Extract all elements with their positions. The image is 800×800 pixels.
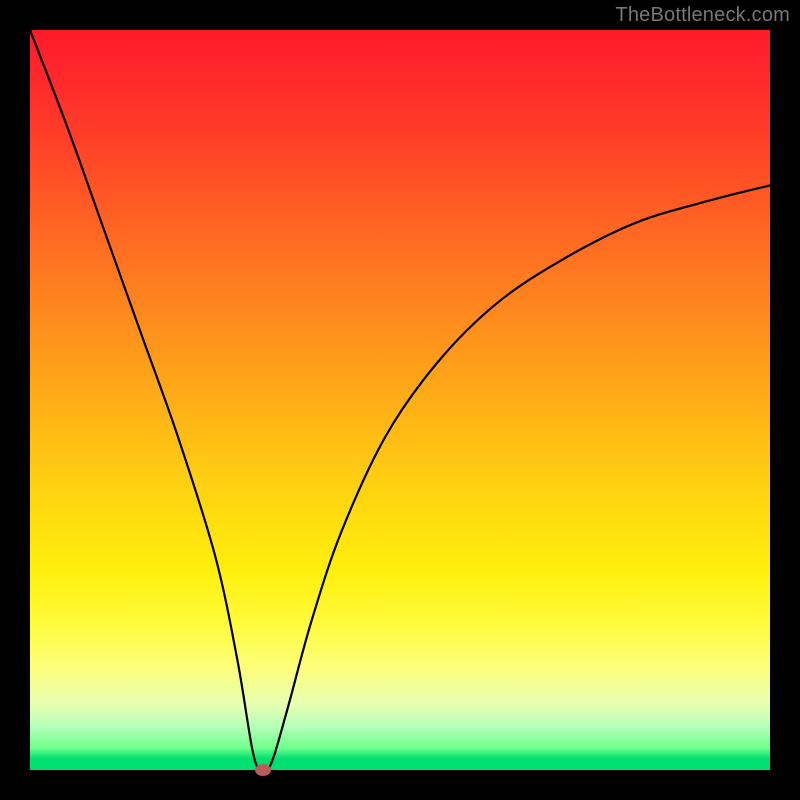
bottleneck-curve-path	[30, 30, 770, 772]
curve-svg	[30, 30, 770, 770]
minimum-marker	[255, 764, 271, 776]
plot-area	[30, 30, 770, 770]
attribution-text: TheBottleneck.com	[615, 4, 790, 27]
chart-frame: TheBottleneck.com	[0, 0, 800, 800]
